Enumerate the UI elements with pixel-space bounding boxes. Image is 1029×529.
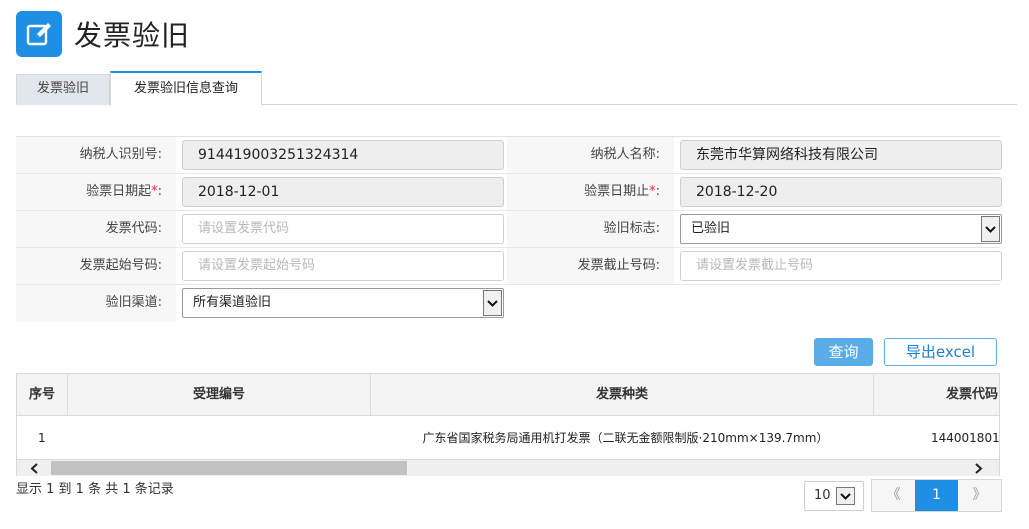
form-row-numbers: 发票起始号码: 请设置发票起始号码 发票截止号码: 请设置发票截止号码 [16, 248, 1002, 285]
chevron-down-icon[interactable] [981, 216, 1000, 242]
prev-page-button[interactable]: 《 [872, 480, 915, 511]
page-header: 发票验旧 [16, 10, 190, 58]
page-title: 发票验旧 [74, 19, 191, 52]
cell-index: 1 [38, 431, 46, 445]
channel-label: 验旧渠道: [16, 285, 176, 322]
column-header-accept-no[interactable]: 受理编号 [68, 374, 371, 415]
form-row-dates: 验票日期起*: 2018-12-01 验票日期止*: 2018-12-20 [16, 174, 1002, 211]
form-row-channel: 验旧渠道: 所有渠道验旧 [16, 285, 1000, 322]
query-button[interactable]: 查询 [814, 338, 873, 366]
invoice-code-label: 发票代码: [16, 211, 176, 247]
date-end-label-text: 验票日期止 [584, 184, 650, 199]
column-header-index[interactable]: 序号 [17, 374, 68, 415]
tab-invoice-verify[interactable]: 发票验旧 [16, 74, 110, 105]
channel-select-value: 所有渠道验旧 [193, 295, 272, 310]
chevron-down-icon[interactable] [483, 290, 502, 316]
cell-invoice-code: 1440018013 [931, 431, 1000, 445]
end-number-input[interactable]: 请设置发票截止号码 [680, 251, 1002, 281]
date-start-label-text: 验票日期起 [86, 184, 152, 199]
date-end-field[interactable]: 2018-12-20 [680, 177, 1002, 207]
edit-icon [16, 11, 62, 57]
chevron-down-icon[interactable] [836, 487, 855, 505]
column-header-invoice-code[interactable]: 发票代码 [874, 374, 999, 415]
label-colon: : [655, 184, 660, 199]
date-start-field[interactable]: 2018-12-01 [182, 177, 504, 207]
column-header-invoice-type[interactable]: 发票种类 [371, 374, 874, 415]
query-form: 纳税人识别号: 914419003251324314 纳税人名称: 东莞市华算网… [16, 136, 1002, 322]
status-select-value: 已验旧 [691, 221, 731, 236]
start-number-input[interactable]: 请设置发票起始号码 [182, 251, 504, 281]
date-end-label: 验票日期止*: [507, 174, 674, 210]
invoice-code-input[interactable]: 请设置发票代码 [182, 214, 504, 244]
pagination: 《 1 》 [871, 479, 1002, 512]
scroll-left-icon[interactable] [25, 460, 43, 476]
page-size-select[interactable]: 10 [804, 481, 864, 511]
status-select[interactable]: 已验旧 [680, 214, 1002, 244]
label-colon: : [157, 184, 162, 199]
record-summary: 显示 1 到 1 条 共 1 条记录 [16, 482, 174, 497]
form-row-taxpayer: 纳税人识别号: 914419003251324314 纳税人名称: 东莞市华算网… [16, 137, 1002, 174]
export-excel-button[interactable]: 导出excel [884, 338, 997, 366]
taxpayer-id-label: 纳税人识别号: [16, 137, 176, 173]
taxpayer-id-field: 914419003251324314 [182, 140, 504, 170]
tab-bar: 发票验旧 发票验旧信息查询 [16, 71, 1017, 106]
end-number-label: 发票截止号码: [507, 248, 674, 284]
results-table: 序号 受理编号 发票种类 发票代码 1 广东省国家税务局通用机打发票（二联无金额… [16, 373, 1000, 460]
page-size-value: 10 [814, 488, 831, 503]
tab-invoice-verify-query[interactable]: 发票验旧信息查询 [110, 71, 262, 106]
start-number-label: 发票起始号码: [16, 248, 176, 284]
scroll-right-icon[interactable] [969, 460, 987, 476]
date-start-label: 验票日期起*: [16, 174, 176, 210]
channel-select[interactable]: 所有渠道验旧 [182, 288, 504, 318]
next-page-button[interactable]: 》 [958, 480, 1001, 511]
status-label: 验旧标志: [507, 211, 674, 247]
empty-cell [507, 285, 1000, 322]
table-row[interactable]: 1 广东省国家税务局通用机打发票（二联无金额限制版·210mm×139.7mm）… [17, 416, 1000, 459]
scrollbar-thumb[interactable] [51, 461, 407, 475]
form-row-code-status: 发票代码: 请设置发票代码 验旧标志: 已验旧 [16, 211, 1002, 248]
table-header: 序号 受理编号 发票种类 发票代码 [17, 374, 999, 416]
cell-invoice-type: 广东省国家税务局通用机打发票（二联无金额限制版·210mm×139.7mm） [422, 431, 829, 445]
page-number-button[interactable]: 1 [915, 480, 958, 511]
taxpayer-name-label: 纳税人名称: [507, 137, 674, 173]
cell-accept-no [68, 416, 371, 459]
horizontal-scrollbar[interactable] [16, 460, 1000, 476]
taxpayer-name-field: 东莞市华算网络科技有限公司 [680, 140, 1002, 170]
